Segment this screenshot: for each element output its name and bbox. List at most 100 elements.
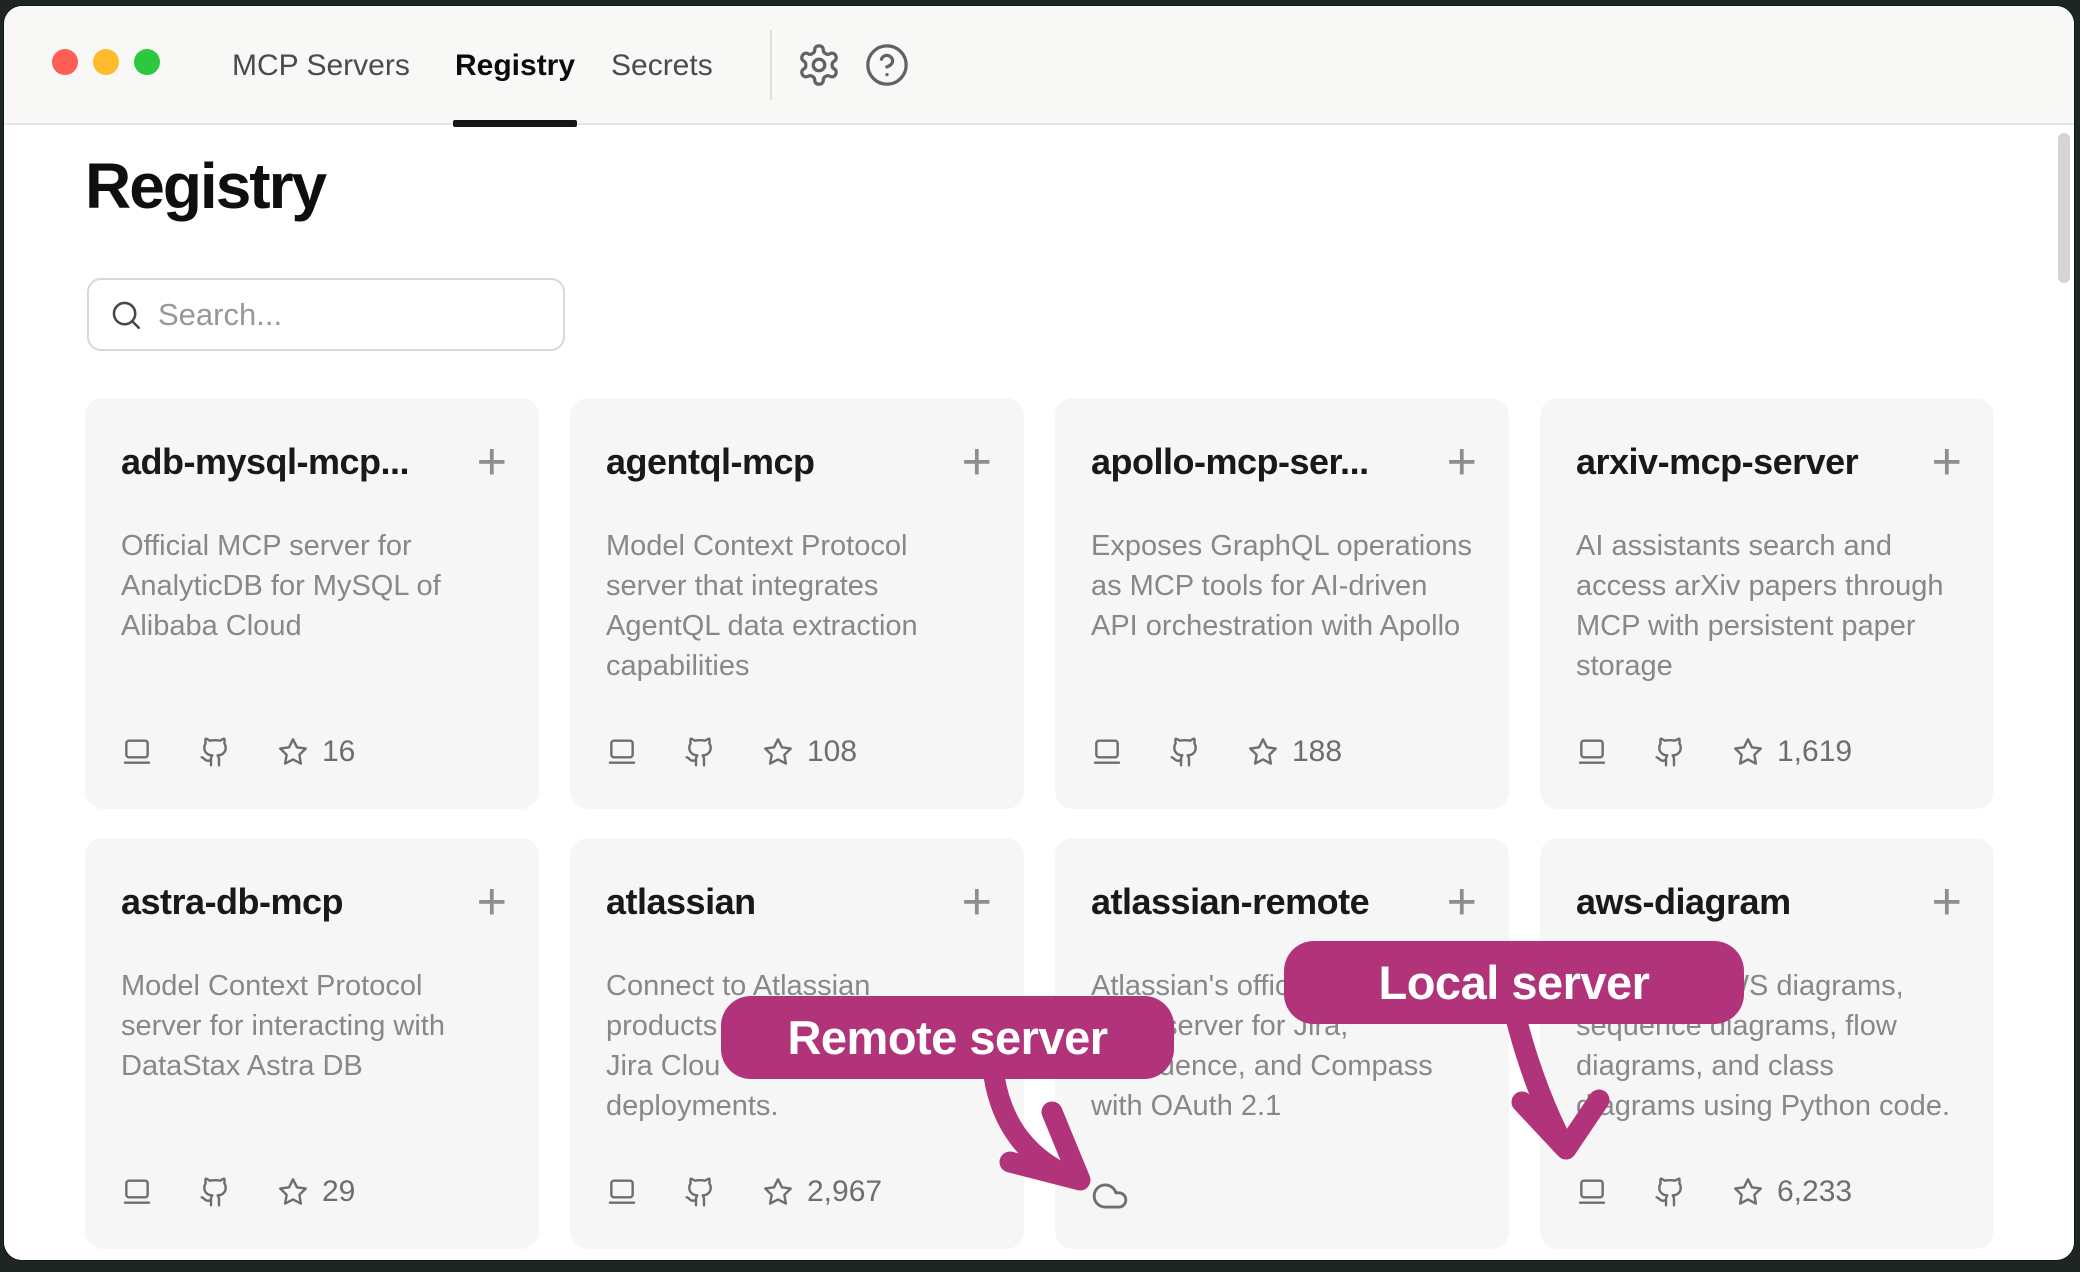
server-description: Official MCP server for AnalyticDB for M… <box>121 526 503 646</box>
remote-server-callout: Remote server <box>721 996 1174 1079</box>
laptop-icon <box>1576 1176 1608 1208</box>
description-line: diagrams using Python code. <box>1576 1086 1958 1126</box>
add-server-button[interactable]: + <box>962 438 992 486</box>
laptop-icon <box>121 1176 153 1208</box>
server-card-arxiv[interactable]: arxiv-mcp-server + AI assistants search … <box>1540 398 1994 809</box>
star-icon <box>762 1176 794 1208</box>
add-server-button[interactable]: + <box>962 878 992 926</box>
github-icon <box>199 1176 231 1208</box>
gear-icon[interactable] <box>796 42 842 88</box>
description-line: access arXiv papers through <box>1576 566 1958 606</box>
star-icon <box>1732 1176 1764 1208</box>
star-count: 2,967 <box>807 1175 882 1209</box>
github-icon <box>1169 736 1201 768</box>
star-count: 108 <box>807 735 857 769</box>
github-icon <box>684 736 716 768</box>
header-divider <box>770 30 772 100</box>
server-description: AI assistants search and access arXiv pa… <box>1576 526 1958 686</box>
add-server-button[interactable]: + <box>1447 878 1477 926</box>
add-server-button[interactable]: + <box>1932 438 1962 486</box>
server-description: Model Context Protocol server for intera… <box>121 966 503 1086</box>
laptop-icon <box>606 736 638 768</box>
tab-registry[interactable]: Registry <box>455 6 575 125</box>
server-stats: 188 <box>1091 735 1473 769</box>
server-stats: 1,619 <box>1576 735 1958 769</box>
add-server-button[interactable]: + <box>477 438 507 486</box>
server-stats <box>1091 1177 1473 1209</box>
laptop-icon <box>1091 736 1123 768</box>
description-line: with OAuth 2.1 <box>1091 1086 1473 1126</box>
star-count: 188 <box>1292 735 1342 769</box>
server-name: arxiv-mcp-server <box>1576 441 1858 483</box>
server-card-agentql[interactable]: agentql-mcp + Model Context Protocol ser… <box>570 398 1024 809</box>
local-server-callout: Local server <box>1284 941 1744 1024</box>
server-description: Model Context Protocol server that integ… <box>606 526 988 686</box>
description-line: Model Context Protocol <box>121 966 503 1006</box>
description-line: Model Context Protocol <box>606 526 988 566</box>
description-line: AI assistants search and <box>1576 526 1958 566</box>
github-icon <box>199 736 231 768</box>
star-icon <box>762 736 794 768</box>
server-card-aws-diagram[interactable]: aws-diagram + Generate AWS diagrams, seq… <box>1540 838 1994 1249</box>
star-icon <box>1732 736 1764 768</box>
server-stats: 29 <box>121 1175 503 1209</box>
minimize-button[interactable] <box>93 49 119 75</box>
add-server-button[interactable]: + <box>477 878 507 926</box>
page-title: Registry <box>85 149 325 223</box>
description-line: DataStax Astra DB <box>121 1046 503 1086</box>
tab-mcp-servers[interactable]: MCP Servers <box>232 6 410 125</box>
star-count: 16 <box>322 735 355 769</box>
laptop-icon <box>1576 736 1608 768</box>
server-name: agentql-mcp <box>606 441 815 483</box>
server-description: Exposes GraphQL operations as MCP tools … <box>1091 526 1473 646</box>
scrollbar-thumb[interactable] <box>2058 133 2070 283</box>
cloud-icon <box>1091 1177 1129 1215</box>
add-server-button[interactable]: + <box>1932 878 1962 926</box>
server-name: adb-mysql-mcp... <box>121 441 409 483</box>
star-count: 6,233 <box>1777 1175 1852 1209</box>
server-card-apollo[interactable]: apollo-mcp-ser... + Exposes GraphQL oper… <box>1055 398 1509 809</box>
server-stats: 108 <box>606 735 988 769</box>
search-input[interactable] <box>158 297 557 333</box>
laptop-icon <box>121 736 153 768</box>
description-line: storage <box>1576 646 1958 686</box>
close-button[interactable] <box>52 49 78 75</box>
laptop-icon <box>606 1176 638 1208</box>
server-name: atlassian-remote <box>1091 881 1369 923</box>
help-icon[interactable] <box>864 42 910 88</box>
server-name: aws-diagram <box>1576 881 1791 923</box>
tab-secrets[interactable]: Secrets <box>611 6 713 125</box>
description-line: AgentQL data extraction <box>606 606 988 646</box>
server-name: astra-db-mcp <box>121 881 343 923</box>
description-line: API orchestration with Apollo <box>1091 606 1473 646</box>
github-icon <box>1654 1176 1686 1208</box>
description-line: Alibaba Cloud <box>121 606 503 646</box>
star-count: 1,619 <box>1777 735 1852 769</box>
description-line: Official MCP server for <box>121 526 503 566</box>
star-icon <box>277 736 309 768</box>
description-line: server that integrates <box>606 566 988 606</box>
add-server-button[interactable]: + <box>1447 438 1477 486</box>
server-card-astra-db[interactable]: astra-db-mcp + Model Context Protocol se… <box>85 838 539 1249</box>
server-name: atlassian <box>606 881 756 923</box>
server-card-adb-mysql[interactable]: adb-mysql-mcp... + Official MCP server f… <box>85 398 539 809</box>
server-stats: 16 <box>121 735 503 769</box>
description-line: AnalyticDB for MySQL of <box>121 566 503 606</box>
server-stats: 6,233 <box>1576 1175 1958 1209</box>
titlebar: MCP Servers Registry Secrets <box>4 6 2074 125</box>
description-line: deployments. <box>606 1086 988 1126</box>
search-box[interactable] <box>87 278 565 351</box>
search-icon <box>109 298 143 332</box>
star-count: 29 <box>322 1175 355 1209</box>
description-line: capabilities <box>606 646 988 686</box>
github-icon <box>684 1176 716 1208</box>
github-icon <box>1654 736 1686 768</box>
zoom-button[interactable] <box>134 49 160 75</box>
description-line: Exposes GraphQL operations <box>1091 526 1473 566</box>
description-line: diagrams, and class <box>1576 1046 1958 1086</box>
description-line: server for interacting with <box>121 1006 503 1046</box>
app-root: MCP Servers Registry Secrets Registry <box>0 0 2080 1272</box>
star-icon <box>277 1176 309 1208</box>
description-line: as MCP tools for AI-driven <box>1091 566 1473 606</box>
server-name: apollo-mcp-ser... <box>1091 441 1369 483</box>
